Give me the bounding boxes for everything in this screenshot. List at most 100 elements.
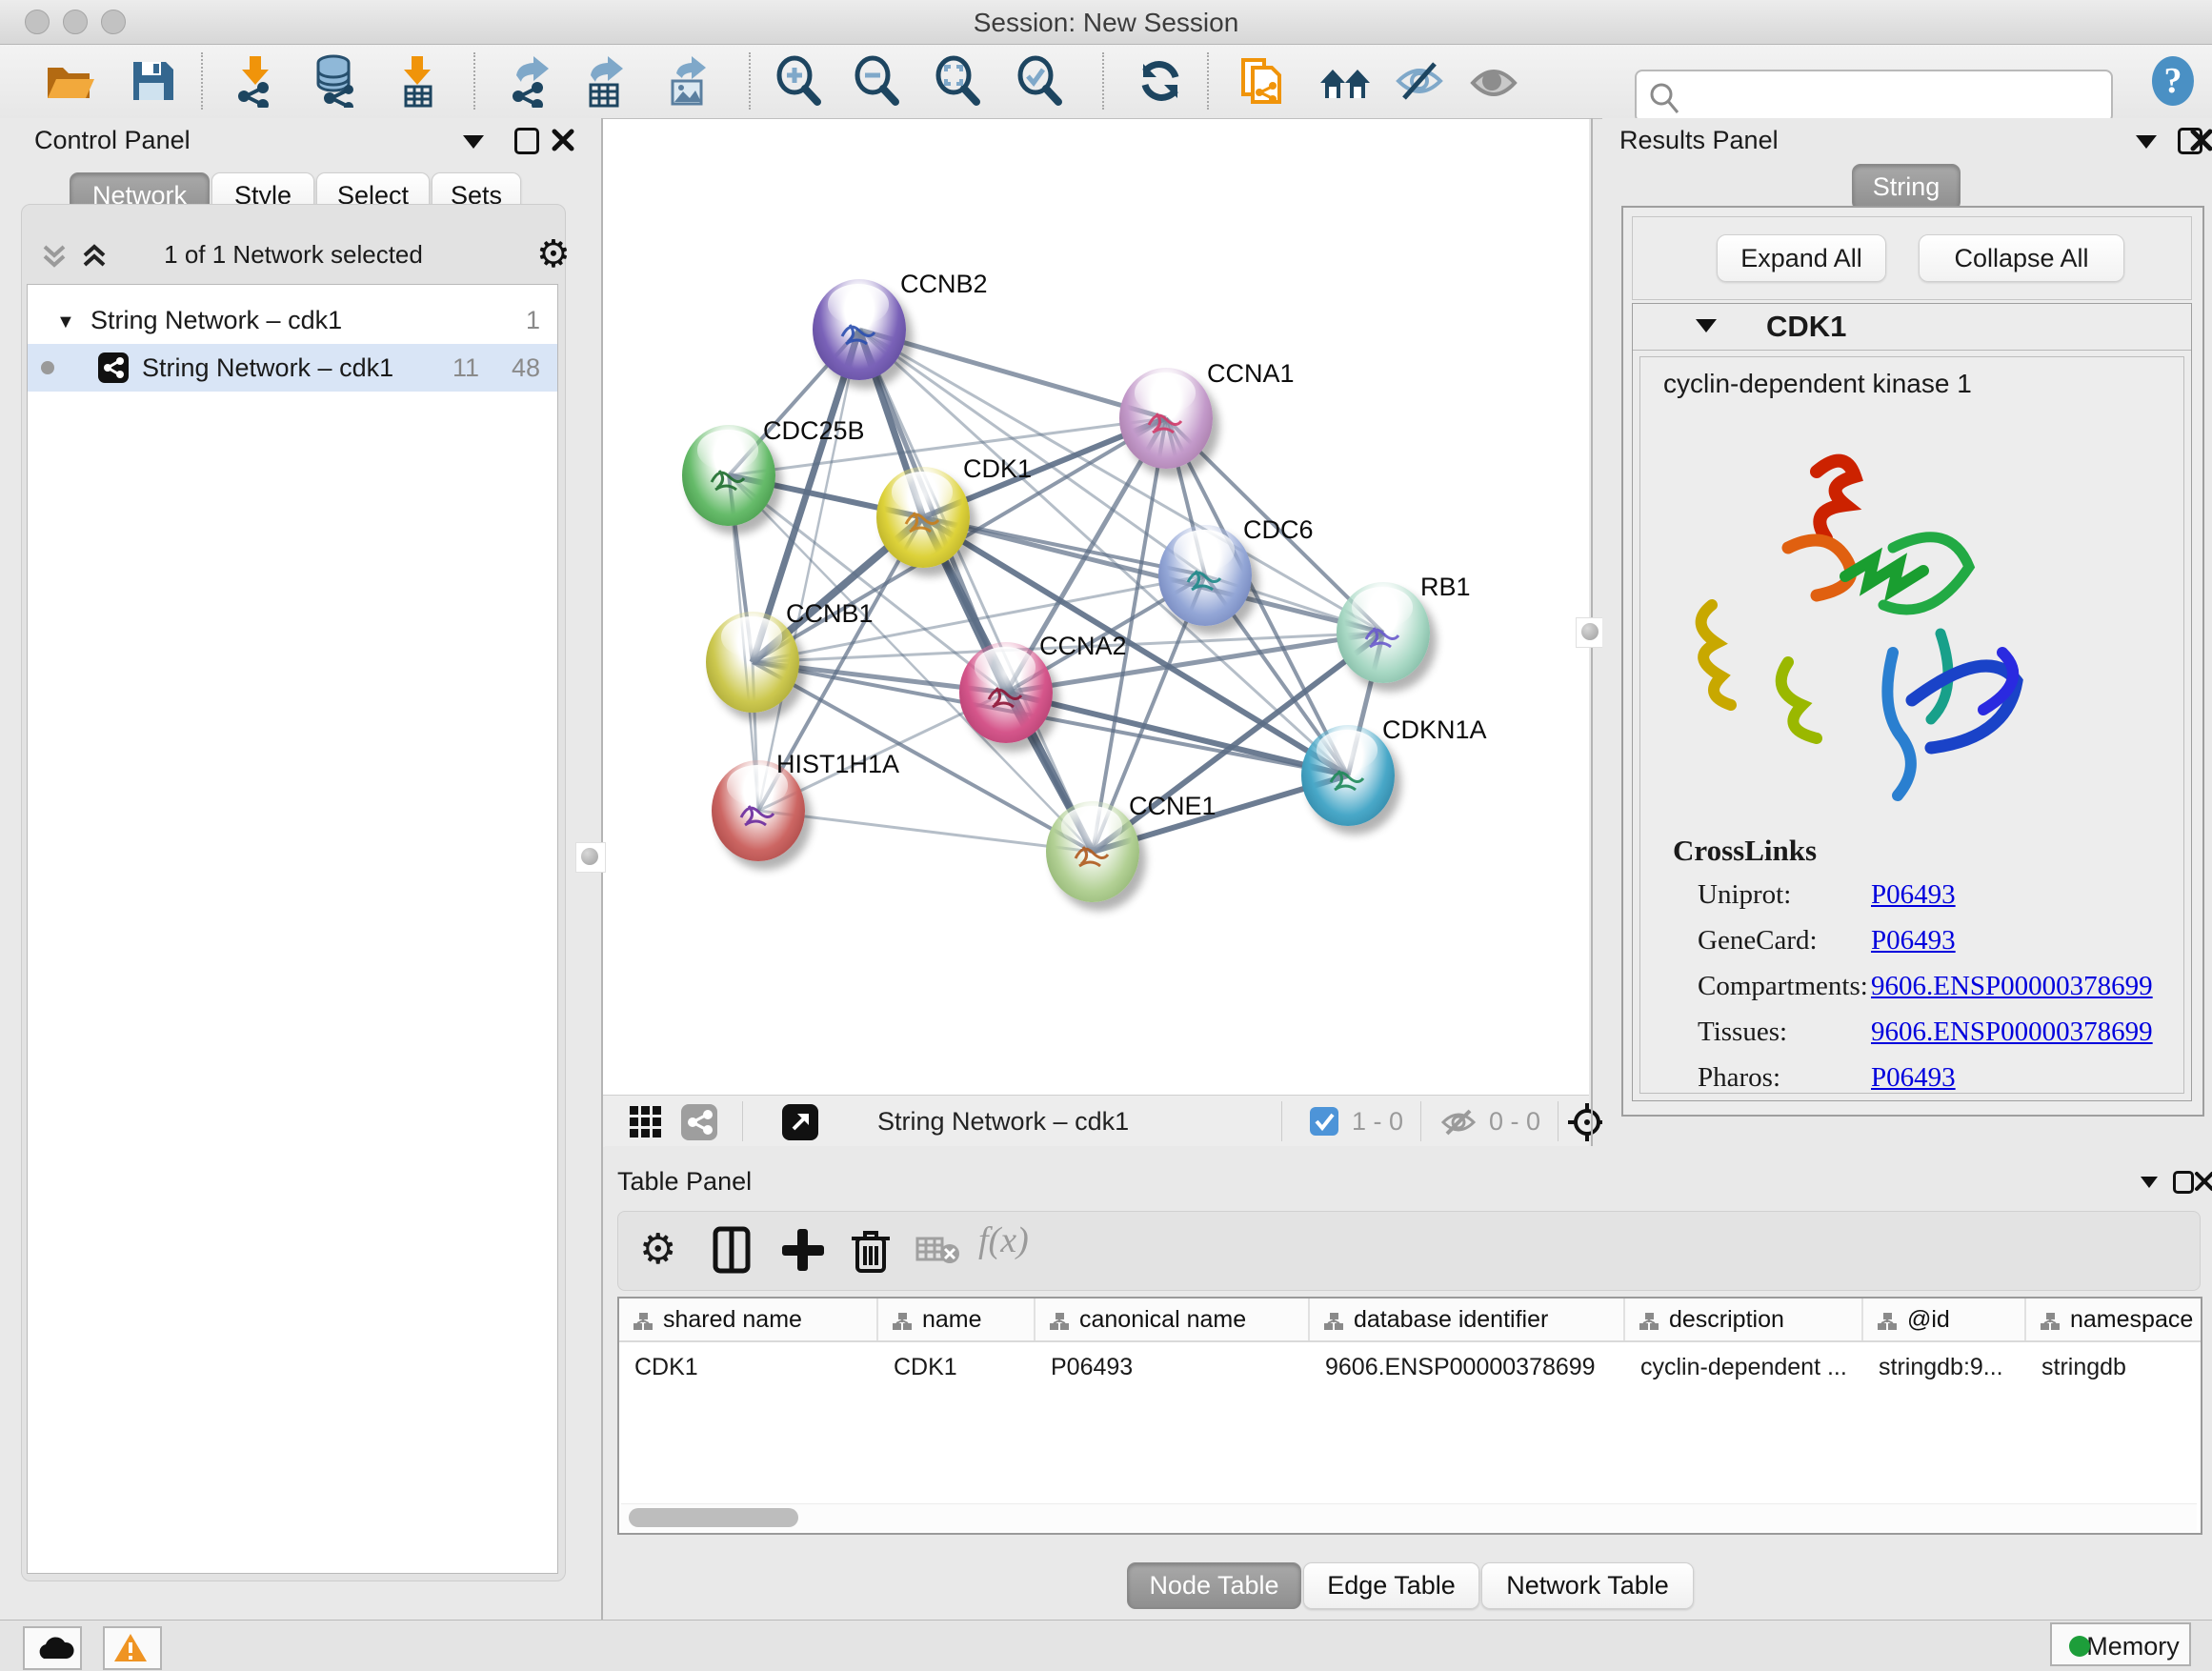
column-header-namespace[interactable]: namespace <box>2026 1299 2202 1340</box>
show-columns-icon[interactable] <box>710 1225 759 1275</box>
export-network-icon[interactable] <box>503 54 556 108</box>
column-type-icon <box>2040 1312 2061 1331</box>
tab-node-table[interactable]: Node Table <box>1127 1562 1301 1609</box>
node-CCNA1[interactable] <box>1119 368 1213 469</box>
export-image-icon[interactable] <box>661 54 714 108</box>
edge-HIST1H1A-CCNE1[interactable] <box>758 811 1093 852</box>
hide-selected-icon[interactable] <box>1393 54 1446 108</box>
table-panel-title: Table Panel <box>617 1167 752 1197</box>
search-input[interactable] <box>1686 75 2100 115</box>
import-network-from-database-icon[interactable] <box>309 54 362 108</box>
panel-float-icon[interactable] <box>514 128 539 154</box>
import-table-icon[interactable] <box>391 54 444 108</box>
node-label-CCNA2: CCNA2 <box>1039 632 1127 661</box>
table-cell[interactable]: cyclin-dependent ... <box>1625 1348 1863 1386</box>
table-options-gear-icon[interactable]: ⚙ <box>639 1225 689 1275</box>
scrollbar-thumb[interactable] <box>629 1508 798 1527</box>
left-splitter-handle[interactable] <box>575 842 606 873</box>
column-header-description[interactable]: description <box>1625 1299 1863 1340</box>
node-CCNB2[interactable] <box>813 279 906 380</box>
disclosure-triangle-icon[interactable] <box>1696 319 1717 332</box>
show-all-icon[interactable] <box>1467 54 1520 108</box>
clone-network-icon[interactable] <box>1236 54 1289 108</box>
fit-selected-crosshair-icon[interactable] <box>1567 1102 1607 1142</box>
table-cell[interactable]: stringdb <box>2026 1348 2202 1386</box>
zoom-out-icon[interactable] <box>852 54 905 108</box>
collection-count: 1 <box>526 296 540 344</box>
crosslink-link[interactable]: 9606.ENSP00000378699 <box>1871 1017 2153 1048</box>
collapse-all-button[interactable]: Collapse All <box>1919 234 2124 282</box>
help-icon[interactable]: ? <box>2145 52 2199 106</box>
cloud-status-button[interactable] <box>23 1626 82 1670</box>
node-CDC25B[interactable] <box>682 425 775 526</box>
birds-eye-view-icon[interactable] <box>630 1106 664 1138</box>
export-table-icon[interactable] <box>577 54 631 108</box>
table-cell[interactable]: 9606.ENSP00000378699 <box>1310 1348 1625 1386</box>
panel-menu-icon[interactable] <box>2136 135 2157 149</box>
column-header-shared-name[interactable]: shared name <box>619 1299 878 1340</box>
disclosure-triangle-icon[interactable]: ▼ <box>56 298 75 346</box>
crosslink-link[interactable]: P06493 <box>1871 1062 1956 1094</box>
delete-table-icon[interactable] <box>915 1235 965 1284</box>
panel-menu-icon[interactable] <box>463 135 484 149</box>
table-cell[interactable]: stringdb:9... <box>1863 1348 2026 1386</box>
protein-thumbnail-icon <box>831 304 888 361</box>
panel-close-icon[interactable] <box>2189 128 2212 152</box>
tab-edge-table[interactable]: Edge Table <box>1303 1562 1479 1609</box>
panel-menu-icon[interactable] <box>2141 1177 2158 1188</box>
table-cell[interactable]: CDK1 <box>878 1348 1036 1386</box>
table-cell[interactable]: P06493 <box>1036 1348 1310 1386</box>
zoom-fit-icon[interactable] <box>933 54 986 108</box>
column-header-database-identifier[interactable]: database identifier <box>1310 1299 1625 1340</box>
node-RB1[interactable] <box>1337 582 1430 683</box>
node-CCNE1[interactable] <box>1046 801 1139 902</box>
open-session-icon[interactable] <box>42 54 95 108</box>
node-CDK1[interactable] <box>876 467 970 568</box>
edge-count: 48 <box>512 344 540 392</box>
zoom-selected-icon[interactable] <box>1015 54 1068 108</box>
horizontal-scrollbar[interactable] <box>621 1503 2197 1531</box>
first-neighbors-icon[interactable] <box>1318 54 1372 108</box>
import-network-icon[interactable] <box>229 54 282 108</box>
edge-CCNB2-HIST1H1A[interactable] <box>758 330 859 811</box>
delete-column-trash-icon[interactable] <box>847 1225 896 1275</box>
open-in-window-icon[interactable] <box>782 1104 818 1140</box>
selected-checkbox-icon[interactable] <box>1310 1107 1338 1136</box>
network-overview-icon[interactable] <box>681 1104 717 1140</box>
gene-entry-header[interactable]: CDK1 <box>1633 304 2191 351</box>
column-header-name[interactable]: name <box>878 1299 1036 1340</box>
expand-all-button[interactable]: Expand All <box>1717 234 1886 282</box>
node-label-CCNE1: CCNE1 <box>1129 792 1217 821</box>
hidden-eye-slash-icon[interactable] <box>1439 1107 1478 1137</box>
crosslink-link[interactable]: P06493 <box>1871 925 1956 956</box>
crosslink-label: Pharos: <box>1698 1062 1780 1093</box>
network-collection-row[interactable]: ▼ String Network – cdk1 1 <box>28 296 557 344</box>
crosslink-link[interactable]: P06493 <box>1871 879 1956 911</box>
memory-button[interactable]: Memory <box>2050 1622 2191 1666</box>
table-cell[interactable]: CDK1 <box>619 1348 878 1386</box>
create-column-plus-icon[interactable] <box>778 1225 828 1275</box>
network-view-canvas[interactable]: CCNB2 CCNA1 CDC25B CDK1 CDC6 RB1 CCNB1 <box>603 119 1589 1095</box>
svg-text:?: ? <box>2164 61 2182 101</box>
node-CDKN1A[interactable] <box>1301 725 1395 826</box>
crosslink-row: Pharos: P06493 <box>1698 1062 2174 1108</box>
zoom-in-icon[interactable] <box>774 54 827 108</box>
tab-network-table[interactable]: Network Table <box>1481 1562 1694 1609</box>
tab-string[interactable]: String <box>1852 164 1961 211</box>
node-table[interactable]: shared namenamecanonical namedatabase id… <box>617 1297 2202 1535</box>
results-panel-title: Results Panel <box>1619 126 1779 155</box>
panel-close-icon[interactable] <box>2194 1171 2212 1192</box>
network-options-gear-icon[interactable]: ⚙ <box>536 235 571 273</box>
save-session-icon[interactable] <box>126 54 179 108</box>
column-header-canonical-name[interactable]: canonical name <box>1036 1299 1310 1340</box>
warning-status-button[interactable] <box>103 1626 162 1670</box>
node-CDC6[interactable] <box>1158 525 1252 626</box>
crosslink-link[interactable]: 9606.ENSP00000378699 <box>1871 971 2153 1002</box>
function-builder-icon[interactable]: f(x) <box>978 1219 1028 1269</box>
network-row-selected[interactable]: String Network – cdk1 11 48 <box>28 344 557 392</box>
column-header--id[interactable]: @id <box>1863 1299 2026 1340</box>
search-field[interactable] <box>1635 70 2113 123</box>
panel-float-icon[interactable] <box>2173 1171 2194 1194</box>
refresh-icon[interactable] <box>1134 54 1187 108</box>
panel-close-icon[interactable] <box>551 128 575 152</box>
